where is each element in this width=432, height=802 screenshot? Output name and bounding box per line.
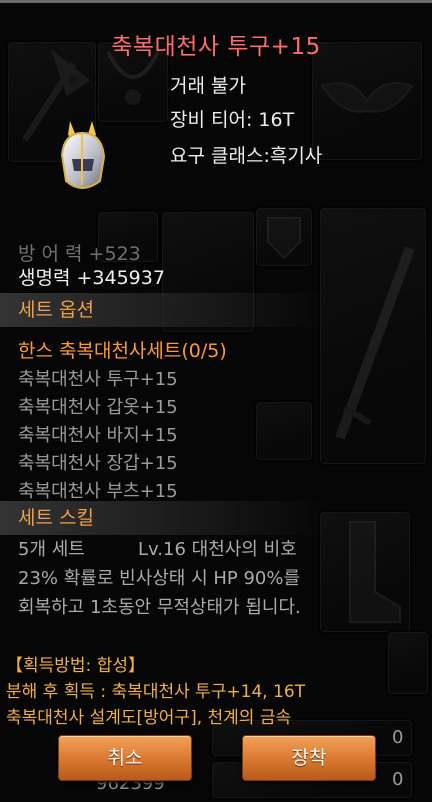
skill-description-2: 회복하고 1초동안 무적상태가 됩니다. (18, 597, 301, 618)
set-item-gloves: 축복대천사 장갑+15 (18, 453, 178, 474)
skill-set-count: 5개 세트 (18, 539, 85, 560)
set-skill-header: 세트 스킬 (0, 501, 330, 535)
count-b: 0 (392, 769, 404, 790)
acquire-line-2: 축복대천사 설계도[방어구], 천계의 금속 (6, 708, 292, 728)
cancel-button[interactable]: 취소 (58, 735, 192, 781)
helmet-icon (60, 121, 106, 189)
skill-name: Lv.16 대천사의 비호 (138, 539, 297, 560)
item-title: 축복대천사 투구+15 (111, 34, 321, 60)
set-item-boots: 축복대천사 부츠+15 (18, 481, 178, 502)
item-tooltip: 축복대천사 투구+15 거래 불가 장비 티어: 16T 요구 클래스:흑기사 … (0, 0, 432, 802)
set-item-armor: 축복대천사 갑옷+15 (18, 397, 178, 418)
hp-stat: 생명력 +345937 (18, 267, 165, 289)
skill-description-1: 23% 확률로 빈사상태 시 HP 90%를 (18, 568, 301, 589)
equip-button[interactable]: 장착 (242, 735, 376, 781)
skill-requirement: 5개 세트 Lv.16 대천사의 비호 (18, 535, 297, 561)
set-item-pants: 축복대천사 바지+15 (18, 425, 178, 446)
trade-status: 거래 불가 (170, 75, 246, 97)
acquire-method: 【획득방법: 합성】 (6, 656, 145, 676)
acquire-line-1: 분해 후 획득 : 축복대천사 투구+14, 16T (6, 682, 306, 702)
count-a: 0 (392, 727, 404, 748)
set-item-helmet: 축복대천사 투구+15 (18, 369, 178, 390)
required-class: 요구 클래스:흑기사 (170, 145, 323, 167)
set-option-header: 세트 옵션 (0, 293, 330, 327)
defense-stat: 방 어 력 +523 (18, 243, 141, 265)
equipment-tier: 장비 티어: 16T (170, 109, 295, 131)
set-name: 한스 축복대천사세트(0/5) (18, 340, 227, 362)
